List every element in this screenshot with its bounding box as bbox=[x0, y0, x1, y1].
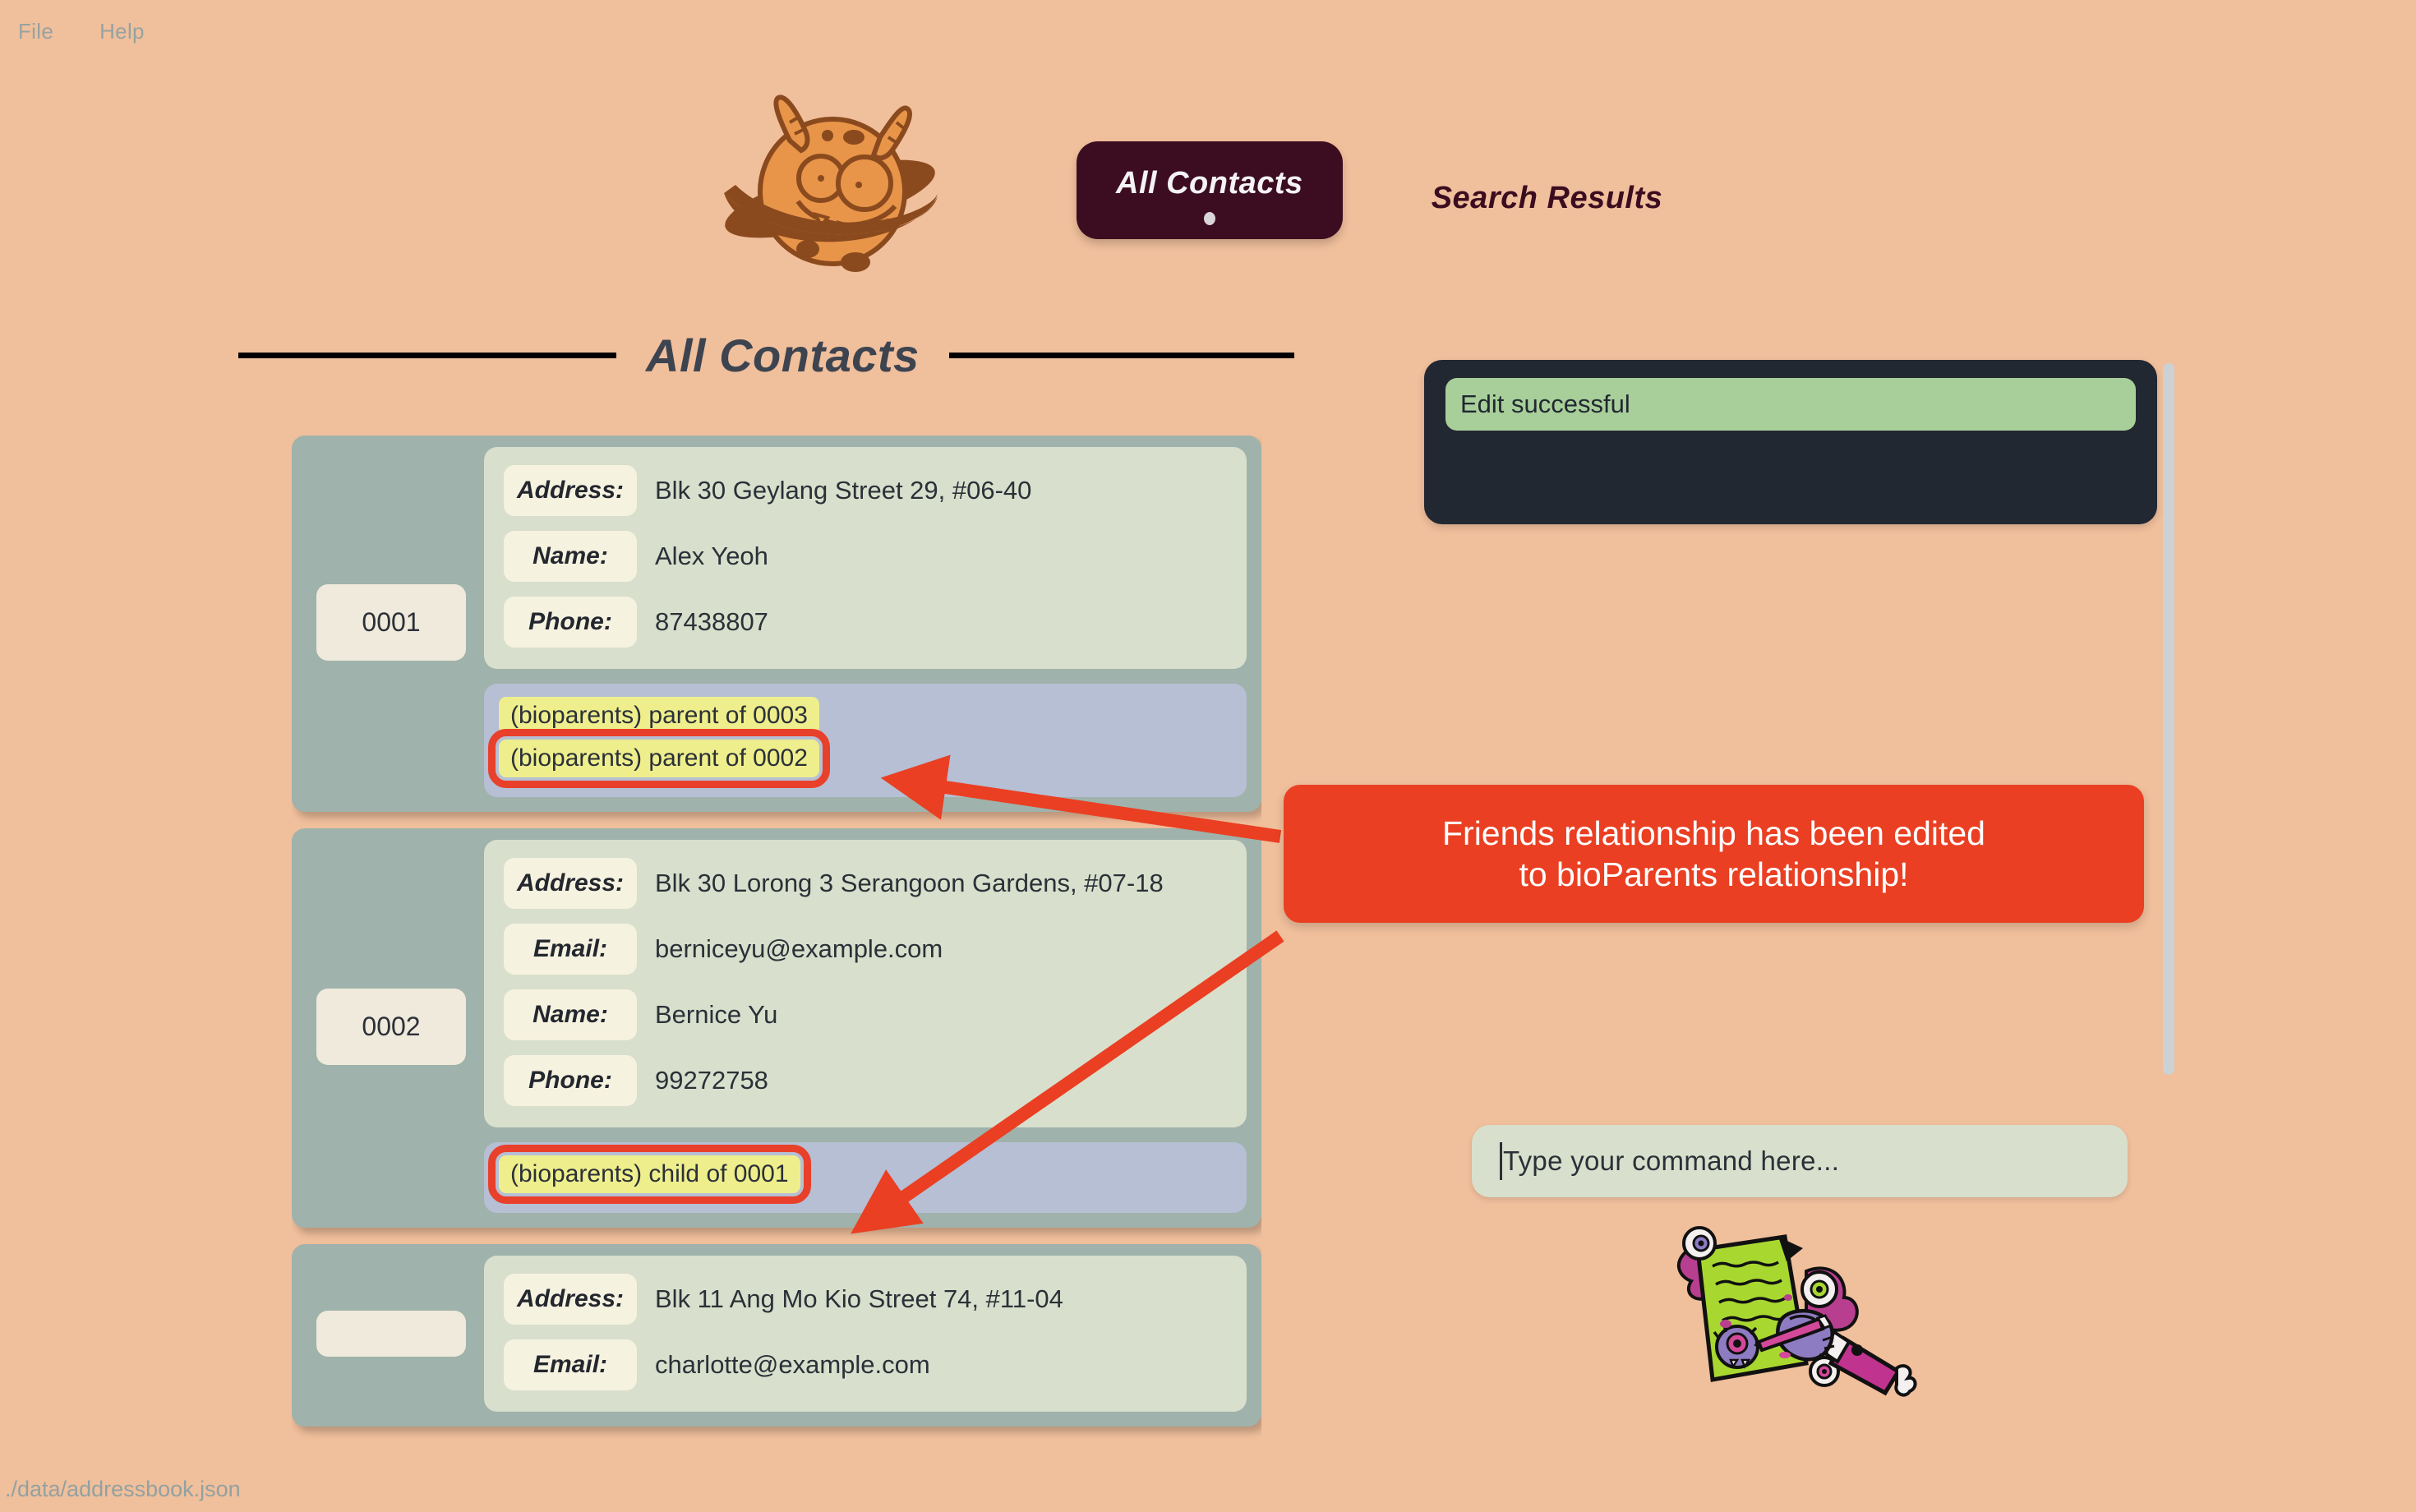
contact-id-badge bbox=[316, 1311, 466, 1357]
relationship-tag[interactable]: (bioparents) parent of 0003 bbox=[499, 697, 819, 735]
relationship-tag-highlighted[interactable]: (bioparents) child of 0001 bbox=[488, 1145, 811, 1204]
field-label-address: Address: bbox=[504, 465, 637, 516]
field-label-phone: Phone: bbox=[504, 597, 637, 648]
contact-field-row: Email: berniceyu@example.com bbox=[504, 924, 1227, 975]
field-label-phone: Phone: bbox=[504, 1055, 637, 1106]
contact-card-body: Address: Blk 11 Ang Mo Kio Street 74, #1… bbox=[484, 1256, 1247, 1412]
tab-all-contacts[interactable]: All Contacts bbox=[1077, 141, 1343, 239]
menu-item-help[interactable]: Help bbox=[99, 19, 145, 44]
result-panel-scrollbar[interactable] bbox=[2163, 363, 2174, 1075]
contact-field-row: Phone: 99272758 bbox=[504, 1055, 1227, 1106]
field-value-email: berniceyu@example.com bbox=[655, 934, 943, 963]
field-value-address: Blk 30 Lorong 3 Serangoon Gardens, #07-1… bbox=[655, 869, 1164, 897]
tab-active-indicator-icon bbox=[1203, 212, 1215, 225]
field-label-name: Name: bbox=[504, 989, 637, 1040]
field-value-email: charlotte@example.com bbox=[655, 1350, 930, 1379]
contact-card[interactable]: 0002 Address: Blk 30 Lorong 3 Serangoon … bbox=[292, 828, 1261, 1228]
contact-field-row: Email: charlotte@example.com bbox=[504, 1339, 1227, 1390]
relationship-row: (bioparents) parent of 0002 bbox=[488, 729, 1232, 788]
tab-bar: All Contacts Search Results bbox=[1077, 141, 1702, 254]
section-rule-right bbox=[948, 353, 1294, 358]
contact-field-row: Name: Alex Yeoh bbox=[504, 531, 1227, 582]
annotation-line-2: to bioParents relationship! bbox=[1519, 855, 1909, 894]
field-value-address: Blk 11 Ang Mo Kio Street 74, #11-04 bbox=[655, 1284, 1063, 1313]
contact-card-body: Address: Blk 30 Geylang Street 29, #06-4… bbox=[484, 447, 1247, 797]
contact-field-row: Name: Bernice Yu bbox=[504, 989, 1227, 1040]
text-caret-icon bbox=[1500, 1142, 1502, 1180]
relationship-panel: (bioparents) child of 0001 bbox=[484, 1142, 1247, 1213]
contact-detail-panel: Address: Blk 11 Ang Mo Kio Street 74, #1… bbox=[484, 1256, 1247, 1412]
field-value-name: Alex Yeoh bbox=[655, 542, 768, 570]
field-value-name: Bernice Yu bbox=[655, 1000, 778, 1029]
relationship-tag-highlighted[interactable]: (bioparents) parent of 0002 bbox=[488, 729, 830, 788]
contact-field-row: Address: Blk 30 Lorong 3 Serangoon Garde… bbox=[504, 858, 1227, 909]
status-bar-file-path: ./data/addressbook.json bbox=[5, 1476, 241, 1501]
command-input-placeholder: Type your command here... bbox=[1503, 1146, 1840, 1176]
contact-detail-panel: Address: Blk 30 Lorong 3 Serangoon Garde… bbox=[484, 840, 1247, 1127]
contact-detail-panel: Address: Blk 30 Geylang Street 29, #06-4… bbox=[484, 447, 1247, 669]
tab-all-contacts-label: All Contacts bbox=[1116, 166, 1303, 201]
relationship-panel: (bioparents) parent of 0003 (bioparents)… bbox=[484, 684, 1247, 797]
contact-field-row: Address: Blk 30 Geylang Street 29, #06-4… bbox=[504, 465, 1227, 516]
page-title: All Contacts bbox=[646, 330, 920, 381]
relationship-row: (bioparents) parent of 0003 bbox=[499, 697, 1232, 740]
field-label-email: Email: bbox=[504, 924, 637, 975]
menu-bar: File Help bbox=[0, 0, 2416, 62]
tab-search-results-label: Search Results bbox=[1431, 181, 1663, 215]
contact-id-badge: 0002 bbox=[316, 988, 466, 1065]
field-label-address: Address: bbox=[504, 1274, 637, 1325]
contact-id-badge: 0001 bbox=[316, 583, 466, 661]
field-label-name: Name: bbox=[504, 531, 637, 582]
planet-monster-logo-icon bbox=[719, 86, 941, 279]
field-value-address: Blk 30 Geylang Street 29, #06-40 bbox=[655, 476, 1032, 505]
contact-card-body: Address: Blk 30 Lorong 3 Serangoon Garde… bbox=[484, 840, 1247, 1213]
contact-field-row: Phone: 87438807 bbox=[504, 597, 1227, 648]
field-value-phone: 87438807 bbox=[655, 607, 768, 636]
relationship-row: (bioparents) child of 0001 bbox=[488, 1145, 1232, 1204]
status-message: Edit successful bbox=[1445, 378, 2136, 431]
contact-card[interactable]: Address: Blk 11 Ang Mo Kio Street 74, #1… bbox=[292, 1244, 1261, 1427]
section-rule-left bbox=[238, 353, 616, 358]
field-label-address: Address: bbox=[504, 858, 637, 909]
field-label-email: Email: bbox=[504, 1339, 637, 1390]
annotation-banner: Friends relationship has been edited to … bbox=[1284, 785, 2144, 924]
monster-notepad-illustration-icon bbox=[1662, 1219, 1925, 1401]
annotation-line-1: Friends relationship has been edited bbox=[1442, 814, 1985, 852]
command-input[interactable]: Type your command here... bbox=[1472, 1125, 2128, 1197]
result-display-panel: Edit successful bbox=[1424, 360, 2157, 524]
contact-field-row: Address: Blk 11 Ang Mo Kio Street 74, #1… bbox=[504, 1274, 1227, 1325]
field-value-phone: 99272758 bbox=[655, 1066, 768, 1095]
contact-list[interactable]: 0001 Address: Blk 30 Geylang Street 29, … bbox=[292, 436, 1261, 1471]
tab-search-results[interactable]: Search Results bbox=[1392, 141, 1703, 254]
section-header: All Contacts bbox=[238, 329, 1323, 382]
contact-card[interactable]: 0001 Address: Blk 30 Geylang Street 29, … bbox=[292, 436, 1261, 812]
status-bar: ./data/addressbook.json bbox=[0, 1466, 2416, 1512]
menu-item-file[interactable]: File bbox=[18, 19, 53, 44]
